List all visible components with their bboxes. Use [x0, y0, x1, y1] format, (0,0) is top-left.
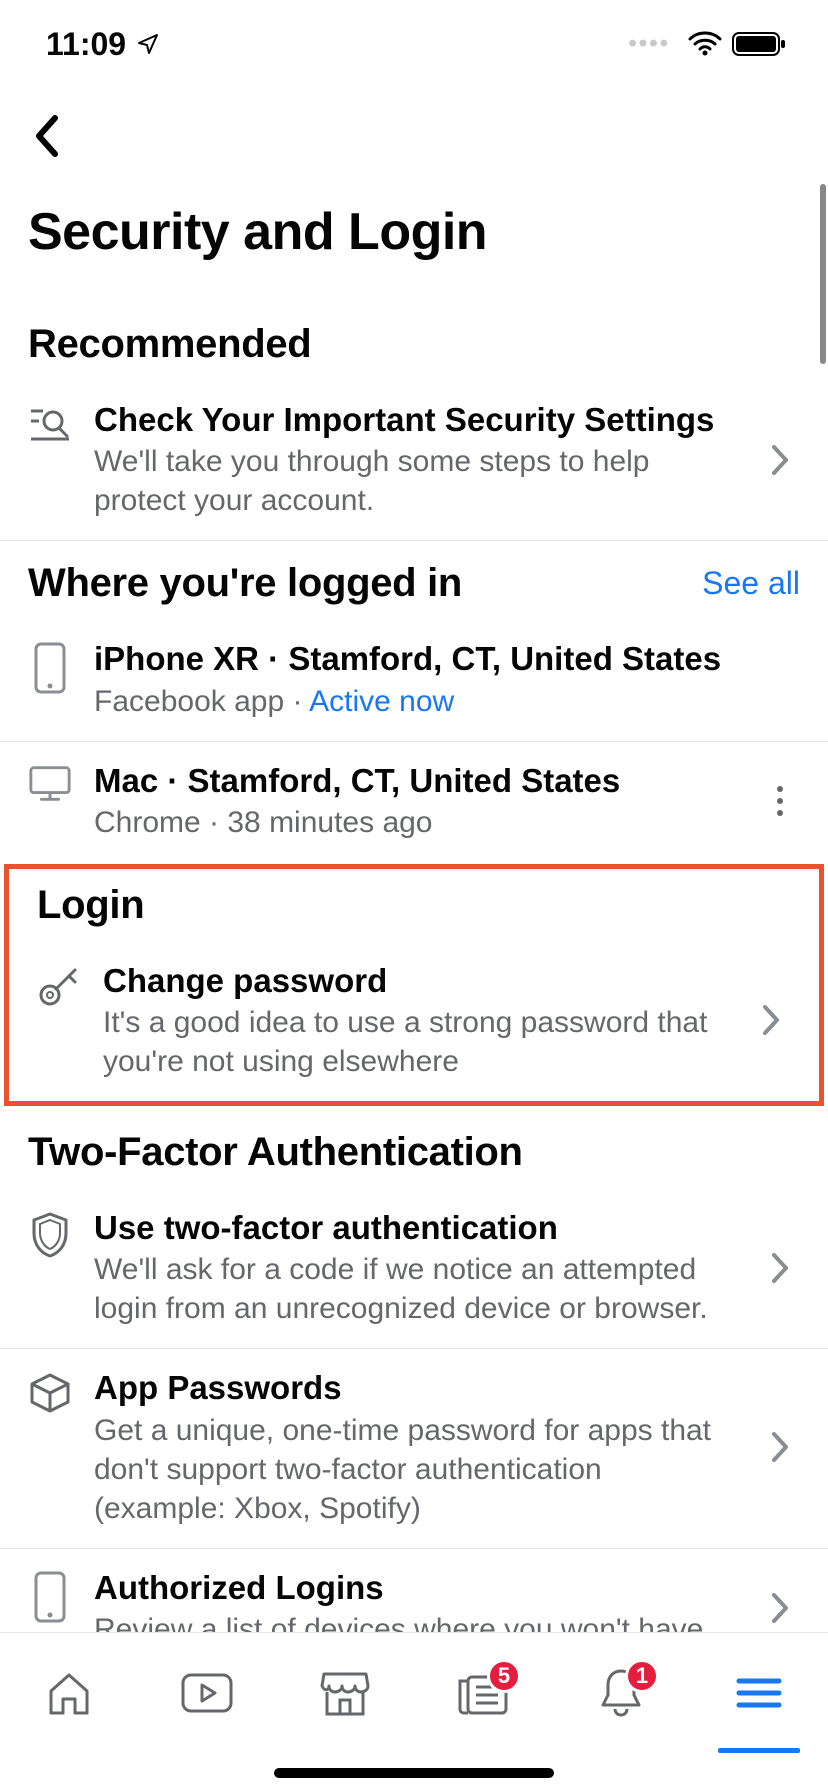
status-bar: 11:09 ••••	[0, 0, 828, 88]
scroll-indicator	[820, 184, 826, 364]
section-title-login: Login	[37, 883, 144, 928]
page-title: Security and Login	[0, 184, 828, 302]
row-session-mac[interactable]: Mac · Stamford, CT, United States Chrome…	[0, 742, 828, 862]
tab-underline	[718, 1748, 800, 1753]
section-header-loggedin: Where you're logged in See all	[0, 541, 828, 620]
section-title-recommended: Recommended	[28, 322, 311, 367]
chevron-right-icon	[760, 1430, 800, 1464]
tab-home[interactable]	[29, 1653, 109, 1733]
row-subtitle: We'll ask for a code if we notice an att…	[94, 1250, 738, 1328]
chevron-right-icon	[760, 1251, 800, 1285]
row-title: Check Your Important Security Settings	[94, 399, 738, 440]
location-arrow-icon	[136, 32, 160, 56]
back-button[interactable]	[22, 111, 72, 161]
tab-marketplace[interactable]	[305, 1653, 385, 1733]
status-left: 11:09	[46, 26, 160, 63]
see-all-link[interactable]: See all	[702, 565, 800, 602]
row-authorized-logins[interactable]: Authorized Logins Review a list of devic…	[0, 1549, 828, 1633]
tab-menu[interactable]	[719, 1653, 799, 1733]
row-title: Authorized Logins	[94, 1567, 738, 1608]
section-header-login: Login	[9, 869, 819, 942]
status-right: ••••	[628, 30, 788, 58]
home-icon	[43, 1667, 95, 1719]
section-header-twofa: Two-Factor Authentication	[0, 1110, 828, 1189]
checklist-search-icon	[28, 399, 72, 445]
menu-icon	[735, 1675, 783, 1711]
row-subtitle: Review a list of devices where you won't…	[94, 1610, 738, 1632]
row-title: Mac · Stamford, CT, United States	[94, 760, 738, 801]
status-time: 11:09	[46, 26, 126, 63]
row-subtitle: It's a good idea to use a strong passwor…	[103, 1003, 729, 1081]
row-subtitle: We'll take you through some steps to hel…	[94, 442, 738, 520]
section-title-loggedin: Where you're logged in	[28, 561, 462, 606]
row-session-iphone[interactable]: iPhone XR · Stamford, CT, United States …	[0, 620, 828, 741]
store-icon	[318, 1668, 372, 1718]
battery-icon	[732, 31, 788, 57]
nav-bar	[0, 88, 828, 184]
phone-icon	[28, 638, 72, 694]
more-vertical-icon	[775, 783, 785, 819]
shield-icon	[28, 1207, 72, 1259]
highlight-login-section: Login Change password It's a good idea t…	[4, 864, 824, 1106]
tab-news[interactable]: 5	[443, 1653, 523, 1733]
row-change-password[interactable]: Change password It's a good idea to use …	[9, 942, 819, 1101]
watch-icon	[179, 1671, 235, 1715]
chevron-right-icon	[751, 1003, 791, 1037]
row-title: Use two-factor authentication	[94, 1207, 738, 1248]
row-subtitle: Facebook app · Active now	[94, 682, 800, 721]
session-app: Facebook app	[94, 685, 284, 718]
cube-icon	[28, 1367, 72, 1415]
wifi-icon	[688, 31, 722, 57]
chevron-right-icon	[760, 443, 800, 477]
separator: ·	[284, 685, 309, 718]
row-title: Change password	[103, 960, 729, 1001]
notif-badge: 1	[625, 1659, 659, 1693]
more-button[interactable]	[760, 783, 800, 819]
chevron-right-icon	[760, 1591, 800, 1625]
row-title: iPhone XR · Stamford, CT, United States	[94, 638, 800, 679]
desktop-icon	[28, 760, 72, 804]
row-app-passwords[interactable]: App Passwords Get a unique, one-time pas…	[0, 1349, 828, 1548]
signal-dots-icon: ••••	[628, 30, 670, 58]
tab-notifications[interactable]: 1	[581, 1653, 661, 1733]
key-icon	[37, 960, 81, 1008]
row-subtitle: Chrome · 38 minutes ago	[94, 803, 738, 842]
session-active: Active now	[309, 685, 454, 718]
tab-watch[interactable]	[167, 1653, 247, 1733]
chevron-left-icon	[33, 114, 61, 158]
tab-bar: 5 1	[0, 1632, 828, 1752]
row-use-twofa[interactable]: Use two-factor authentication We'll ask …	[0, 1189, 828, 1349]
news-badge: 5	[487, 1659, 521, 1693]
row-title: App Passwords	[94, 1367, 738, 1408]
section-header-recommended: Recommended	[0, 302, 828, 381]
content-scroll[interactable]: Security and Login Recommended Check You…	[0, 184, 828, 1632]
phone-icon	[28, 1567, 72, 1623]
row-check-security[interactable]: Check Your Important Security Settings W…	[0, 381, 828, 541]
home-indicator[interactable]	[274, 1768, 554, 1778]
row-subtitle: Get a unique, one-time password for apps…	[94, 1411, 738, 1528]
section-title-twofa: Two-Factor Authentication	[28, 1130, 523, 1175]
